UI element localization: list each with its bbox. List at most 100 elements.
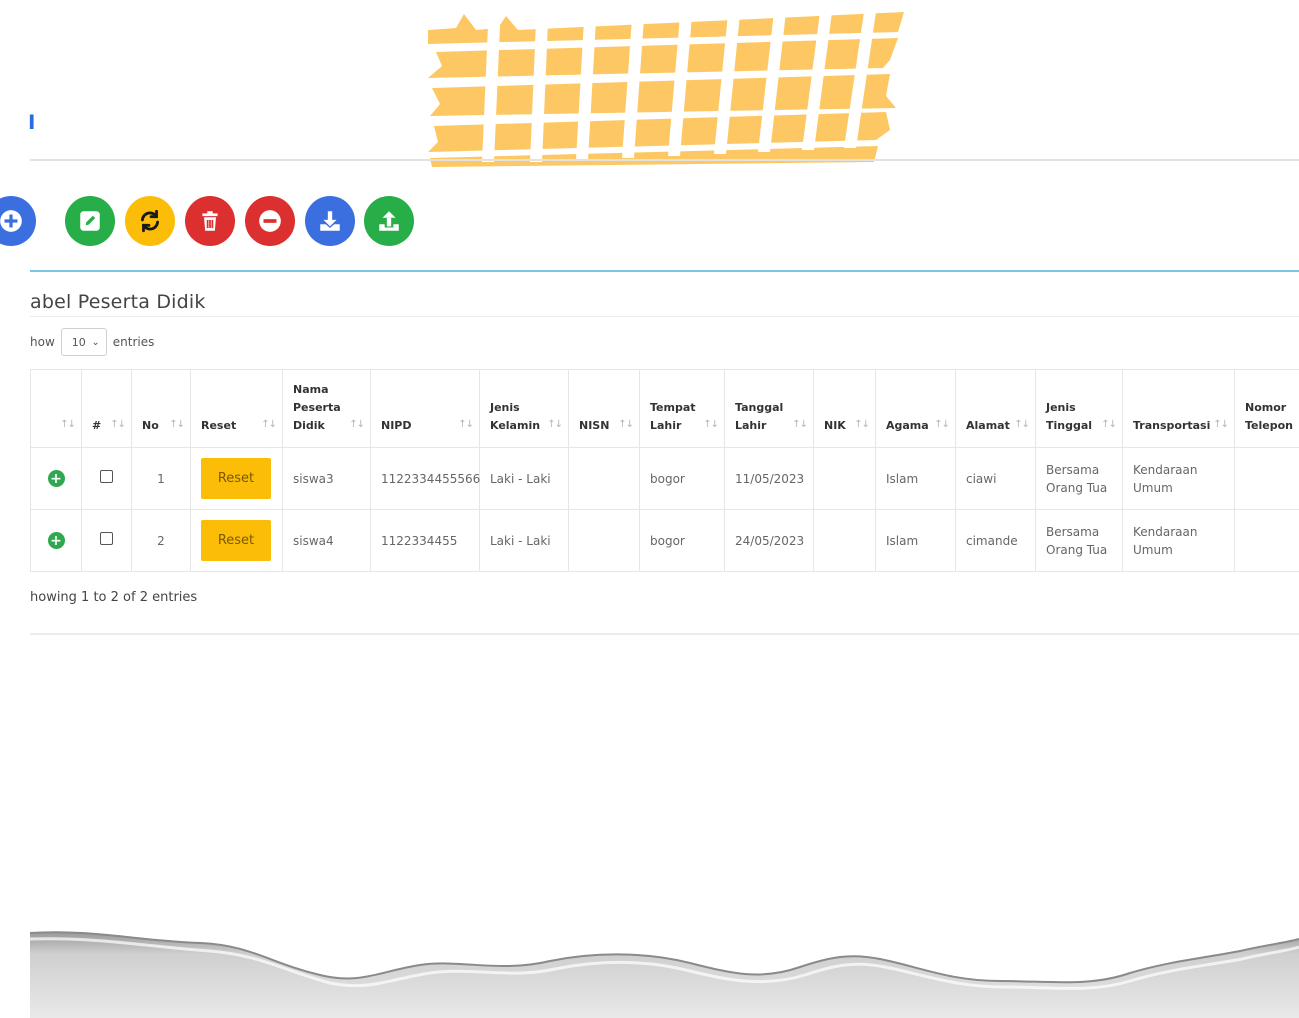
sort-icon: ↑↓ <box>618 419 634 430</box>
download-icon <box>320 211 340 231</box>
expand-row-icon[interactable]: + <box>47 532 65 549</box>
upload-button[interactable] <box>364 196 414 246</box>
refresh-icon <box>141 209 159 233</box>
nomor-telepon-cell <box>1234 447 1299 510</box>
col-header-jenis-tinggal[interactable]: Jenis Tinggal ↑↓ <box>1035 369 1123 448</box>
nik-cell <box>813 509 876 572</box>
reset-cell: Reset <box>190 509 283 572</box>
no-cell: 2 <box>131 509 191 572</box>
expand-row-icon[interactable]: + <box>47 470 65 487</box>
nik-cell <box>813 447 876 510</box>
col-header-tempat-lahir[interactable]: Tempat Lahir ↑↓ <box>639 369 725 448</box>
col-header-reset[interactable]: Reset ↑↓ <box>190 369 283 448</box>
sort-icon: ↑↓ <box>261 419 277 430</box>
nisn-cell <box>568 447 640 510</box>
agama-cell: Islam <box>875 509 956 572</box>
sort-icon: ↑↓ <box>1213 419 1229 430</box>
table-info: howing 1 to 2 of 2 entries <box>30 590 198 605</box>
nama-cell: siswa4 <box>282 509 371 572</box>
jenis-kelamin-cell: Laki - Laki <box>479 447 569 510</box>
add-button[interactable] <box>0 196 36 246</box>
check-cell <box>81 447 132 510</box>
table-row: + 1 Reset siswa3 1122334455566 Laki - La… <box>30 447 1299 510</box>
no-cell: 1 <box>131 447 191 510</box>
col-header-nomor-telepon[interactable]: Nomor Telepon <box>1234 369 1299 448</box>
sort-icon: ↑↓ <box>169 419 185 430</box>
col-header-no[interactable]: No ↑↓ <box>131 369 191 448</box>
col-header-nama[interactable]: Nama Peserta Didik ↑↓ <box>282 369 371 448</box>
sort-icon: ↑↓ <box>854 419 870 430</box>
table-header-row: ↑↓ # ↑↓ No ↑↓ Reset ↑↓ Nama Peserta Didik ↑↓… <box>30 369 1299 448</box>
tempat-lahir-cell: bogor <box>639 509 725 572</box>
sort-icon: ↑↓ <box>458 419 474 430</box>
entries-length-control: how 10 ⌄ entries <box>30 328 154 356</box>
length-label-before: how <box>30 335 55 349</box>
sort-icon: ↑↓ <box>349 419 365 430</box>
refresh-button[interactable] <box>125 196 175 246</box>
col-header-tanggal-lahir[interactable]: Tanggal Lahir ↑↓ <box>724 369 814 448</box>
check-cell <box>81 509 132 572</box>
nomor-telepon-cell <box>1234 509 1299 572</box>
tempat-lahir-cell: bogor <box>639 447 725 510</box>
toolbar-divider <box>30 270 1299 272</box>
minus-circle-icon <box>259 210 281 232</box>
delete-button[interactable] <box>185 196 235 246</box>
expand-cell: + <box>30 509 82 572</box>
col-header-alamat[interactable]: Alamat ↑↓ <box>955 369 1036 448</box>
jenis-kelamin-cell: Laki - Laki <box>479 509 569 572</box>
nipd-cell: 1122334455 <box>370 509 480 572</box>
sort-icon: ↑↓ <box>1014 419 1030 430</box>
entries-select-value: 10 <box>71 335 86 349</box>
jenis-tinggal-cell: Bersama Orang Tua <box>1035 509 1123 572</box>
chevron-down-icon: ⌄ <box>91 336 100 348</box>
header-divider <box>30 159 1299 161</box>
washi-tape-decoration <box>428 12 904 167</box>
plus-circle-icon <box>0 210 22 232</box>
col-header-nisn[interactable]: NISN ↑↓ <box>568 369 640 448</box>
table-title: abel Peserta Didik <box>30 291 206 313</box>
transportasi-cell: Kendaraan Umum <box>1122 447 1235 510</box>
row-checkbox[interactable] <box>100 531 113 545</box>
nipd-cell: 1122334455566 <box>370 447 480 510</box>
tanggal-lahir-cell: 24/05/2023 <box>724 509 814 572</box>
torn-paper-decoration <box>30 931 1299 1018</box>
length-label-after: entries <box>112 335 155 349</box>
col-header-check[interactable]: # ↑↓ <box>81 369 132 448</box>
expand-cell: + <box>30 447 82 510</box>
col-header-jenis-kelamin[interactable]: Jenis Kelamin ↑↓ <box>479 369 569 448</box>
remove-button[interactable] <box>245 196 295 246</box>
reset-button[interactable]: Reset <box>201 520 271 561</box>
nisn-cell <box>568 509 640 572</box>
transportasi-cell: Kendaraan Umum <box>1122 509 1235 572</box>
row-checkbox[interactable] <box>100 469 113 483</box>
agama-cell: Islam <box>875 447 956 510</box>
edit-icon <box>80 211 100 231</box>
reset-button[interactable]: Reset <box>201 458 271 499</box>
col-header-transportasi[interactable]: Transportasi ↑↓ <box>1122 369 1235 448</box>
jenis-tinggal-cell: Bersama Orang Tua <box>1035 447 1123 510</box>
sort-icon: ↑↓ <box>703 419 719 430</box>
tanggal-lahir-cell: 11/05/2023 <box>724 447 814 510</box>
table-row: + 2 Reset siswa4 1122334455 Laki - Laki … <box>30 509 1299 572</box>
peserta-didik-table: ↑↓ # ↑↓ No ↑↓ Reset ↑↓ Nama Peserta Didik ↑↓… <box>30 369 1299 572</box>
edit-button[interactable] <box>65 196 115 246</box>
info-divider <box>30 633 1299 635</box>
title-divider <box>30 316 1299 317</box>
download-button[interactable] <box>305 196 355 246</box>
sort-icon: ↑↓ <box>110 419 126 430</box>
trash-icon <box>202 211 218 231</box>
sort-icon: ↑↓ <box>1101 419 1117 430</box>
sort-icon: ↑↓ <box>934 419 950 430</box>
col-header-nik[interactable]: NIK ↑↓ <box>813 369 876 448</box>
sort-icon: ↑↓ <box>547 419 563 430</box>
entries-select[interactable]: 10 ⌄ <box>60 328 107 356</box>
nama-cell: siswa3 <box>282 447 371 510</box>
col-header-expand[interactable]: ↑↓ <box>30 369 82 448</box>
alamat-cell: cimande <box>955 509 1036 572</box>
sort-icon: ↑↓ <box>60 419 76 430</box>
brand-logo-fragment: ⵏ <box>28 110 36 134</box>
col-header-agama[interactable]: Agama ↑↓ <box>875 369 956 448</box>
table-container: ↑↓ # ↑↓ No ↑↓ Reset ↑↓ Nama Peserta Didik ↑↓… <box>30 369 1299 572</box>
col-header-nipd[interactable]: NIPD ↑↓ <box>370 369 480 448</box>
reset-cell: Reset <box>190 447 283 510</box>
